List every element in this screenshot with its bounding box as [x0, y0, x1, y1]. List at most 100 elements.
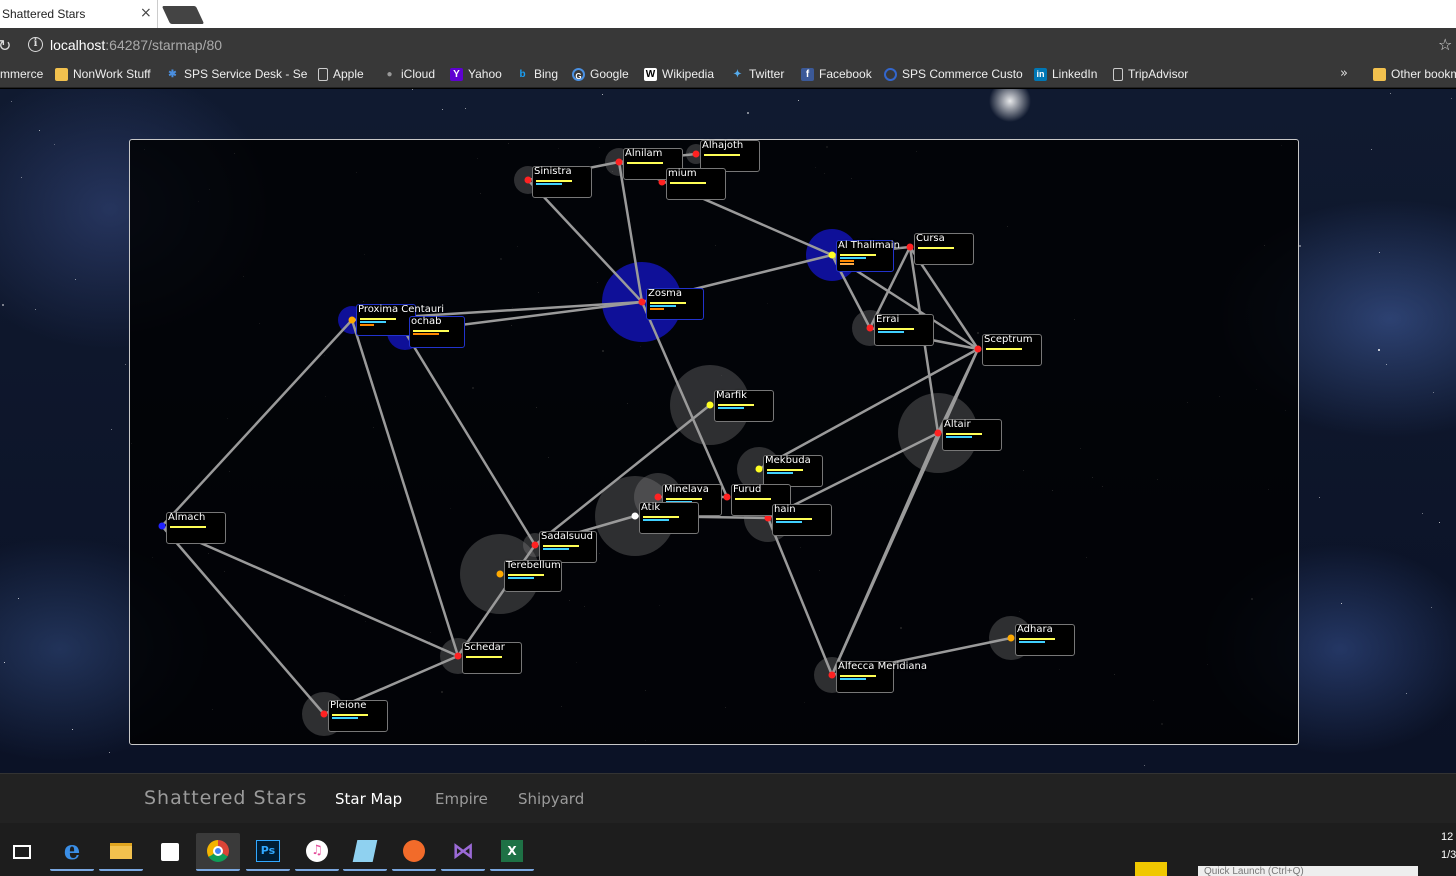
star-system-dot[interactable] — [755, 465, 763, 473]
paint-icon[interactable] — [392, 833, 436, 871]
system-stat-bar — [918, 247, 954, 249]
system-label-gemium[interactable]: mium — [666, 168, 726, 200]
system-label-zosma[interactable]: Zosma — [646, 288, 704, 320]
bookmark-star-icon[interactable]: ☆ — [1438, 35, 1452, 54]
system-name: Almach — [168, 512, 206, 523]
star-system-dot[interactable] — [866, 324, 874, 332]
star-system-dot[interactable] — [828, 671, 836, 679]
edge-icon[interactable]: e — [50, 833, 94, 871]
file-explorer-icon[interactable] — [99, 833, 143, 871]
bookmark-item[interactable]: ✱ SPS Service Desk - Se — [166, 67, 307, 81]
system-stat-bar — [332, 717, 358, 719]
star-system-dot[interactable] — [706, 401, 714, 409]
system-label-alfecca-meridiana[interactable]: Alfecca Meridiana — [836, 661, 927, 693]
bookmark-item[interactable]: Apple — [318, 67, 364, 81]
bookmark-item[interactable]: b Bing — [516, 67, 558, 81]
bookmark-item[interactable]: W Wikipedia — [644, 67, 714, 81]
info-icon[interactable]: i — [28, 37, 43, 52]
close-icon[interactable]: × — [140, 5, 152, 21]
url-host: localhost — [50, 37, 106, 53]
star-system-dot[interactable] — [934, 429, 942, 437]
system-label-cursa[interactable]: Cursa — [914, 233, 974, 265]
star-system-dot[interactable] — [638, 298, 646, 306]
bookmark-item[interactable]: SPS Commerce Custo — [884, 67, 1023, 81]
bookmark-item[interactable]: mmerce — [0, 67, 43, 81]
star-system-dot[interactable] — [454, 652, 462, 660]
vs-notification-icon[interactable] — [1135, 862, 1167, 876]
star-system-dot[interactable] — [320, 710, 328, 718]
bookmark-item[interactable]: ● iCloud — [383, 67, 435, 81]
system-label-sceptrum[interactable]: Sceptrum — [982, 334, 1042, 366]
store-icon[interactable] — [148, 833, 192, 871]
address-bar[interactable]: localhost:64287/starmap/80 — [50, 37, 222, 53]
system-label-errai[interactable]: Errai — [874, 314, 934, 346]
star-system-dot[interactable] — [531, 541, 539, 549]
bookmarks-more-button[interactable]: » — [1340, 66, 1348, 81]
system-label-sinistra[interactable]: Sinistra — [532, 166, 592, 198]
bookmark-item[interactable]: Other bookm — [1373, 67, 1456, 81]
star-system-dot[interactable] — [828, 251, 836, 259]
chrome-icon[interactable] — [196, 833, 240, 871]
bookmark-item[interactable]: in LinkedIn — [1034, 67, 1097, 81]
system-label-atik[interactable]: Atik — [639, 502, 699, 534]
system-stat-bar — [840, 675, 876, 677]
bookmark-item[interactable]: ✦ Twitter — [731, 67, 784, 81]
star-system-dot[interactable] — [723, 493, 731, 501]
system-label-schedar[interactable]: Schedar — [462, 642, 522, 674]
notepad-icon[interactable] — [343, 833, 387, 871]
excel-icon[interactable]: X — [490, 833, 534, 871]
star-system-dot[interactable] — [654, 493, 662, 501]
nav-star-map[interactable]: Star Map — [335, 790, 402, 808]
system-stat-bar — [670, 182, 706, 184]
nav-shipyard[interactable]: Shipyard — [518, 790, 584, 808]
bookmark-item[interactable]: Y Yahoo — [450, 67, 502, 81]
system-label-altair[interactable]: Altair — [942, 419, 1002, 451]
system-label-pleione[interactable]: Pleione — [328, 700, 388, 732]
star-system-dot[interactable] — [1007, 634, 1015, 642]
system-name: Proxima Centauri — [358, 304, 445, 315]
system-name: Alnilam — [625, 148, 663, 159]
system-stat-bar — [650, 302, 686, 304]
star-system-dot[interactable] — [974, 345, 982, 353]
system-label-adhara[interactable]: Adhara — [1015, 624, 1075, 656]
system-label-almach[interactable]: Almach — [166, 512, 226, 544]
visual-studio-icon[interactable]: ⋈ — [441, 833, 485, 871]
bookmark-item[interactable]: G Google — [572, 67, 629, 81]
system-label-marfik[interactable]: Marfik — [714, 390, 774, 422]
nav-empire[interactable]: Empire — [435, 790, 488, 808]
bookmark-item[interactable]: f Facebook — [801, 67, 872, 81]
bookmark-item[interactable]: TripAdvisor — [1113, 67, 1188, 81]
app-brand[interactable]: Shattered Stars — [144, 787, 307, 809]
star-system-dot[interactable] — [615, 158, 623, 166]
system-label-mekbuda[interactable]: Mekbuda — [763, 455, 823, 487]
new-tab-button[interactable] — [161, 6, 205, 24]
system-stat-bar — [776, 521, 802, 523]
star-system-dot[interactable] — [906, 243, 914, 251]
system-name: Cursa — [916, 233, 945, 244]
system-label-sadalsuud[interactable]: Sadalsuud — [539, 531, 597, 563]
system-label-alhain[interactable]: hain — [772, 504, 832, 536]
system-label-terebellum[interactable]: Terebellum — [504, 560, 562, 592]
star-system-dot[interactable] — [348, 316, 356, 324]
photoshop-icon[interactable]: Ps — [246, 833, 290, 871]
system-stat-bar — [946, 433, 982, 435]
browser-tab[interactable]: Shattered Stars × — [0, 0, 158, 28]
system-label-kochab[interactable]: ochab — [409, 316, 465, 348]
star-system-dot[interactable] — [158, 522, 166, 530]
star-system-dot[interactable] — [524, 176, 532, 184]
bookmark-label: SPS Commerce Custo — [902, 67, 1023, 81]
star-system-dot[interactable] — [496, 570, 504, 578]
bookmark-item[interactable]: NonWork Stuff — [55, 67, 151, 81]
itunes-icon[interactable]: ♫ — [295, 833, 339, 871]
star-system-dot[interactable] — [692, 150, 700, 158]
system-name: Schedar — [464, 642, 505, 653]
star-system-dot[interactable] — [631, 512, 639, 520]
system-label-proxima-centauri[interactable]: Proxima Centauri — [356, 304, 444, 336]
system-label-al-thalimain[interactable]: Al Thalimain — [836, 240, 900, 272]
reload-icon[interactable]: ↻ — [0, 36, 11, 55]
system-name: mium — [668, 168, 697, 179]
background-star — [1341, 603, 1342, 604]
system-clock[interactable]: 12 1/3 — [1441, 828, 1456, 864]
task-view-icon[interactable] — [0, 833, 44, 871]
quick-launch-input[interactable]: Quick Launch (Ctrl+Q) — [1198, 866, 1418, 876]
